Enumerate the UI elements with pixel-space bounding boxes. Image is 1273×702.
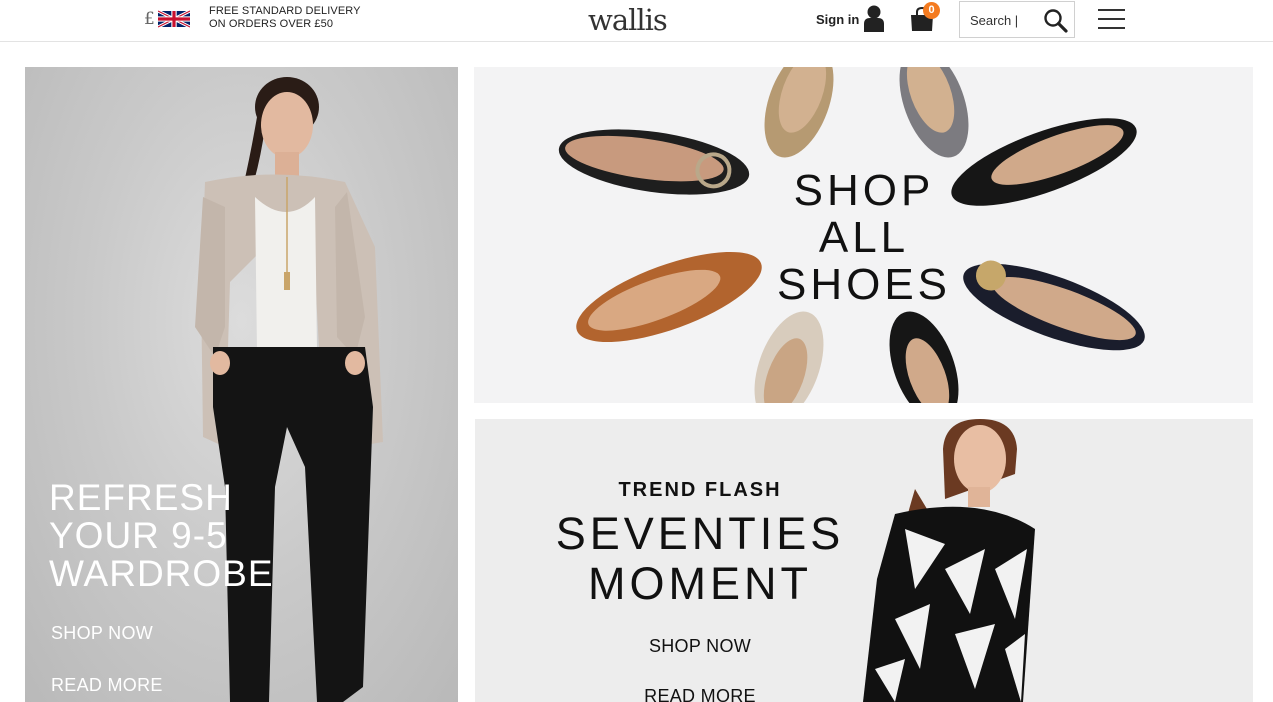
headline-line-3: WARDROBE	[49, 553, 274, 594]
trend-title-line-2: MOMENT	[588, 558, 812, 609]
search-input[interactable]: Search |	[959, 1, 1075, 38]
promo-seventies-moment[interactable]: TREND FLASH SEVENTIES MOMENT SHOP NOW RE…	[475, 419, 1253, 702]
delivery-line-2: ON ORDERS OVER £50	[209, 18, 334, 30]
site-header: £ FREE STANDARD DELIVERY ON ORDERS OVER …	[0, 0, 1273, 42]
shop-all-shoes-text[interactable]: SHOP ALL SHOES	[770, 167, 958, 308]
cart-count-badge[interactable]: 0	[923, 2, 940, 19]
trend-title-line-1: SEVENTIES	[555, 508, 845, 559]
hamburger-menu-icon[interactable]	[1098, 9, 1125, 30]
shop-now-link[interactable]: SHOP NOW	[51, 623, 153, 644]
shoes-line-3: SHOES	[776, 260, 952, 309]
shoes-line-1: SHOP	[793, 166, 935, 215]
headline-line-2: YOUR 9-5	[49, 515, 228, 556]
uk-flag-icon[interactable]	[158, 10, 190, 28]
trend-kicker: TREND FLASH	[618, 479, 782, 501]
site-logo[interactable]: wallis	[588, 3, 668, 37]
delivery-line-1: FREE STANDARD DELIVERY	[209, 5, 361, 17]
currency-symbol[interactable]: £	[144, 9, 155, 29]
read-more-link[interactable]: READ MORE	[51, 675, 163, 696]
promo-refresh-wardrobe[interactable]: REFRESH YOUR 9-5 WARDROBE SHOP NOW READ …	[25, 67, 458, 702]
delivery-message[interactable]: FREE STANDARD DELIVERY ON ORDERS OVER £5…	[209, 5, 361, 31]
headline-line-1: REFRESH	[49, 477, 233, 518]
promo-headline: REFRESH YOUR 9-5 WARDROBE	[49, 479, 274, 593]
trend-read-more-link[interactable]: READ MORE	[555, 686, 845, 702]
promo-shop-all-shoes[interactable]: SHOP ALL SHOES	[474, 67, 1253, 403]
sign-in-link[interactable]: Sign in	[816, 12, 859, 27]
trend-title: SEVENTIES MOMENT	[555, 509, 845, 609]
search-icon[interactable]	[1043, 8, 1069, 34]
model-photo-left	[195, 77, 383, 702]
trend-shop-now-link[interactable]: SHOP NOW	[555, 636, 845, 657]
search-placeholder: Search |	[970, 13, 1019, 28]
user-icon[interactable]	[863, 5, 885, 32]
shoes-line-2: ALL	[818, 213, 910, 262]
